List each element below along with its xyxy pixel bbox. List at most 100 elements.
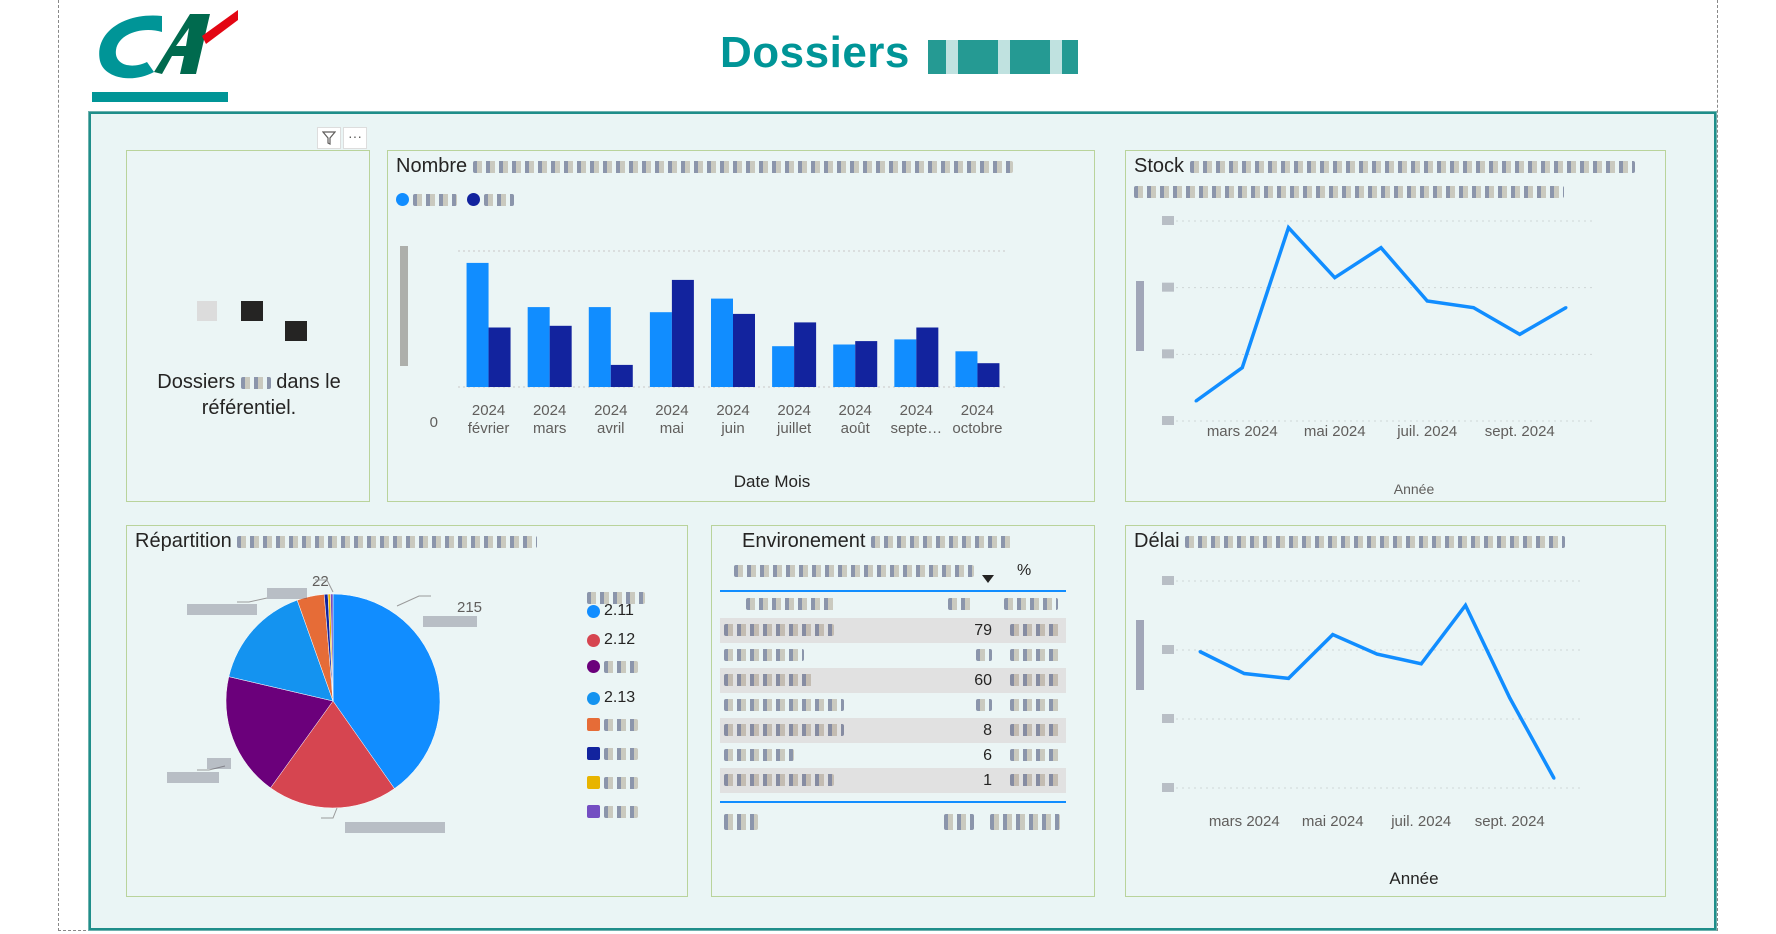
stock-line-card[interactable]: Stock Année mars 2024 mai 2024 juil. 2024 s…	[1125, 150, 1666, 502]
bar-mark[interactable]	[955, 351, 978, 387]
env-cell-count: 79	[926, 618, 996, 643]
legend-label-redacted	[604, 660, 638, 673]
delai-chart-series-line	[1199, 602, 1556, 780]
pie-data-label-redacted	[207, 758, 231, 769]
env-cell-count	[926, 643, 996, 668]
bar-mark[interactable]	[916, 327, 939, 388]
more-options-icon[interactable]: ···	[343, 127, 367, 149]
pie-legend-item[interactable]: 2.11	[587, 602, 634, 620]
table-row[interactable]: 6	[720, 743, 1066, 768]
stock-chart-series-line	[1194, 224, 1567, 403]
pie-legend-item[interactable]	[587, 718, 638, 731]
stock-chart-y-tick-redacted	[1162, 216, 1174, 225]
delai-line-card[interactable]: Délai Année mars 2024 mai 2024 juil. 2024 s…	[1125, 525, 1666, 897]
bar-mark[interactable]	[711, 298, 733, 387]
table-row[interactable]: 1	[720, 768, 1066, 793]
pie-legend-item[interactable]	[587, 660, 638, 673]
env-table-column-header	[720, 592, 1066, 616]
stock-chart-y-tick-redacted	[1162, 349, 1174, 359]
env-cell-count	[926, 693, 996, 718]
pie-data-label-small: 22	[312, 573, 329, 590]
kpi-card[interactable]: ··· Dossiers dans le référentiel.	[126, 127, 370, 502]
delai-chart-point	[1464, 603, 1467, 607]
bar-mark[interactable]	[527, 307, 550, 387]
pie-legend-item[interactable]	[587, 776, 638, 789]
delai-chart-point	[1287, 676, 1290, 680]
bar-mark[interactable]	[855, 341, 878, 387]
delai-chart-point	[1419, 662, 1423, 666]
legend-marker	[587, 718, 600, 731]
bar-mark[interactable]	[466, 262, 489, 387]
stock-chart-point	[1425, 299, 1429, 303]
delai-chart-y-title-redacted	[1136, 620, 1144, 690]
bar-mark[interactable]	[833, 344, 856, 388]
delai-chart-point	[1552, 776, 1556, 780]
env-cell-pct-redacted	[996, 618, 1066, 643]
bar-mark[interactable]	[588, 307, 611, 387]
delai-chart-x-tick: mai 2024	[1302, 813, 1364, 830]
legend-marker	[587, 691, 600, 705]
bar-chart-x-tick: 2024 octobre	[952, 402, 1002, 437]
bar-mark[interactable]	[794, 322, 817, 387]
pie-chart-card[interactable]: Répartition 215 22 2.11 2.12 2.13	[126, 525, 688, 897]
sort-descending-icon[interactable]	[982, 570, 994, 588]
legend-marker	[587, 633, 600, 647]
legend-label-redacted	[604, 747, 638, 760]
bar-chart-x-tick: 2024 septe…	[890, 402, 942, 437]
env-cell-pct-redacted	[996, 718, 1066, 743]
stock-chart-y-tick-redacted	[1162, 416, 1174, 425]
bar-chart-y-title-redacted	[400, 246, 408, 366]
pie-data-label-redacted	[187, 604, 257, 615]
pie-data-label-redacted	[167, 772, 219, 783]
delai-chart-point	[1508, 696, 1512, 700]
bar-mark[interactable]	[610, 364, 633, 387]
bar-mark[interactable]	[977, 363, 1000, 387]
table-row[interactable]	[720, 643, 1066, 668]
pie-leader-line	[321, 807, 338, 819]
filter-icon[interactable]	[317, 127, 341, 149]
bar-chart-x-tick: 2024 février	[468, 402, 510, 437]
env-cell-count: 6	[983, 746, 992, 764]
legend-label-redacted	[604, 718, 638, 731]
bar-chart-x-tick: 2024 juillet	[776, 402, 812, 437]
bar-chart-card[interactable]: Nombre Date Mois 0 2024 février 2024 mars 20…	[387, 150, 1095, 502]
pie-leader-line	[237, 597, 268, 603]
env-cell-name-redacted	[720, 743, 926, 768]
stock-chart-y-tick-redacted	[1162, 282, 1174, 292]
pie-data-label-top: 215	[457, 599, 482, 616]
pie-data-label-redacted	[423, 616, 477, 627]
bar-mark[interactable]	[772, 346, 795, 387]
table-row[interactable]	[720, 693, 1066, 718]
pie-legend-item[interactable]	[587, 805, 638, 818]
bar-mark[interactable]	[488, 327, 511, 388]
stock-chart-point	[1564, 306, 1568, 310]
legend-marker	[587, 776, 600, 789]
env-cell-pct-redacted	[996, 743, 1066, 768]
bar-mark[interactable]	[671, 279, 694, 387]
pie-legend-item[interactable]	[587, 747, 638, 760]
bar-chart-x-tick: 2024 mai	[655, 402, 688, 437]
stock-chart-point	[1287, 226, 1290, 230]
stock-chart-point	[1194, 399, 1198, 403]
bar-mark[interactable]	[549, 325, 572, 387]
table-row[interactable]: 79	[720, 618, 1066, 643]
bar-chart-y-tick-zero: 0	[430, 414, 438, 431]
table-row[interactable]: 60	[720, 668, 1066, 693]
stock-line-chart: Année mars 2024 mai 2024 juil. 2024 sept. 2…	[1136, 216, 1596, 497]
delai-chart-x-title: Année	[1389, 869, 1438, 888]
env-table: 79 60 8 6 1	[720, 618, 1066, 793]
stock-chart-x-title: Année	[1394, 481, 1435, 497]
bar-mark[interactable]	[649, 312, 672, 387]
pie-legend-item[interactable]: 2.12	[587, 631, 635, 649]
bar-mark[interactable]	[733, 313, 755, 387]
env-cell-pct-redacted	[996, 693, 1066, 718]
pie-legend-item[interactable]: 2.13	[587, 689, 635, 707]
delai-chart-point	[1198, 650, 1202, 654]
env-table-total-line	[720, 801, 1066, 803]
environment-table-card[interactable]: Environement % 79 60 8 6 1	[711, 525, 1095, 897]
table-row[interactable]: 8	[720, 718, 1066, 743]
bar-mark[interactable]	[894, 339, 917, 387]
pie-leader-line	[396, 595, 431, 607]
env-cell-pct-redacted	[996, 768, 1066, 793]
env-table-header-left	[734, 562, 974, 580]
